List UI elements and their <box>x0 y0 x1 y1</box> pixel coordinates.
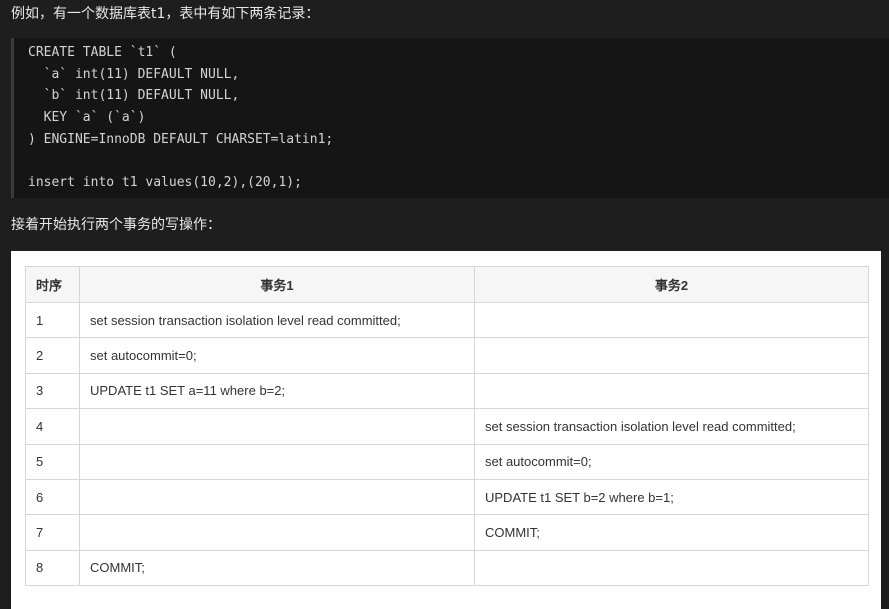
table-row: 3 UPDATE t1 SET a=11 where b=2; <box>25 372 869 410</box>
table-panel: 时序 事务1 事务2 1 set session transaction iso… <box>11 251 881 609</box>
cell-transaction-2: set autocommit=0; <box>474 443 869 480</box>
cell-transaction-1 <box>79 408 475 445</box>
cell-transaction-1: COMMIT; <box>79 549 475 587</box>
code-line: KEY `a` (`a`) <box>28 110 146 125</box>
transaction-table: 时序 事务1 事务2 1 set session transaction iso… <box>25 266 869 587</box>
header-transaction-2: 事务2 <box>474 266 869 303</box>
table-row: 8 COMMIT; <box>25 549 869 587</box>
table-header-row: 时序 事务1 事务2 <box>25 266 869 303</box>
code-block: CREATE TABLE `t1` ( `a` int(11) DEFAULT … <box>11 38 889 198</box>
cell-sequence: 5 <box>25 443 80 480</box>
cell-sequence: 3 <box>25 372 80 410</box>
cell-sequence: 4 <box>25 408 80 445</box>
header-sequence: 时序 <box>25 266 80 303</box>
table-row: 7 COMMIT; <box>25 514 869 551</box>
transition-paragraph: 接着开始执行两个事务的写操作： <box>11 217 221 233</box>
code-line: `a` int(11) DEFAULT NULL, <box>28 67 240 82</box>
cell-transaction-1 <box>79 514 475 551</box>
cell-sequence: 8 <box>25 549 80 587</box>
cell-transaction-1 <box>79 443 475 480</box>
code-line: CREATE TABLE `t1` ( <box>28 45 177 60</box>
code-line: insert into t1 values(10,2),(20,1); <box>28 175 302 190</box>
cell-sequence: 1 <box>25 301 80 339</box>
code-line: `b` int(11) DEFAULT NULL, <box>28 88 240 103</box>
table-row: 2 set autocommit=0; <box>25 337 869 374</box>
cell-transaction-2: COMMIT; <box>474 514 869 551</box>
intro-paragraph: 例如，有一个数据库表t1，表中有如下两条记录： <box>11 6 320 22</box>
cell-transaction-2: UPDATE t1 SET b=2 where b=1; <box>474 478 869 516</box>
cell-transaction-2: set session transaction isolation level … <box>474 408 869 445</box>
code-line: ) ENGINE=InnoDB DEFAULT CHARSET=latin1; <box>28 132 334 147</box>
table-row: 6 UPDATE t1 SET b=2 where b=1; <box>25 478 869 516</box>
cell-transaction-2 <box>474 301 869 339</box>
cell-sequence: 2 <box>25 337 80 374</box>
header-transaction-1: 事务1 <box>79 266 475 303</box>
cell-transaction-1: UPDATE t1 SET a=11 where b=2; <box>79 372 475 410</box>
cell-transaction-2 <box>474 372 869 410</box>
cell-transaction-1: set autocommit=0; <box>79 337 475 374</box>
table-row: 4 set session transaction isolation leve… <box>25 408 869 445</box>
cell-sequence: 6 <box>25 478 80 516</box>
cell-transaction-2 <box>474 337 869 374</box>
table-row: 5 set autocommit=0; <box>25 443 869 480</box>
cell-transaction-1: set session transaction isolation level … <box>79 301 475 339</box>
table-row: 1 set session transaction isolation leve… <box>25 301 869 339</box>
cell-transaction-1 <box>79 478 475 516</box>
cell-sequence: 7 <box>25 514 80 551</box>
cell-transaction-2 <box>474 549 869 587</box>
